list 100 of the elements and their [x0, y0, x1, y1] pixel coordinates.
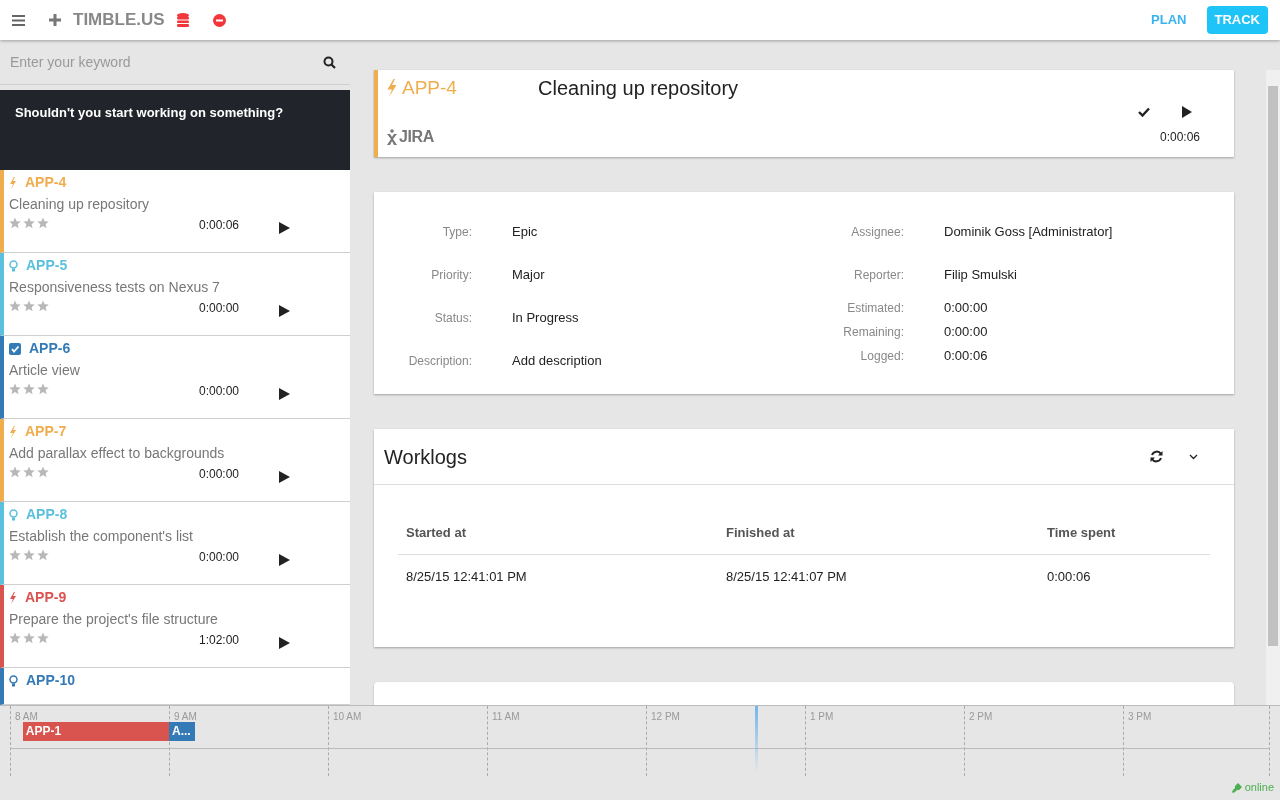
time-spent: 0:00:06	[199, 217, 241, 234]
source-label: JIRA	[399, 127, 434, 147]
star-icon	[23, 300, 35, 312]
menu-icon	[12, 14, 25, 26]
play-button[interactable]	[279, 637, 290, 649]
chevron-down-icon	[1189, 453, 1198, 460]
star-icon	[37, 466, 49, 478]
play-icon	[279, 222, 290, 234]
hour-label: 9 AM	[174, 710, 197, 724]
field-value: Filip Smulski	[944, 265, 1017, 284]
issue-title: Establish the component's list	[9, 527, 194, 546]
play-button[interactable]	[279, 388, 290, 400]
field-label: Logged:	[859, 348, 904, 365]
play-icon	[279, 554, 290, 566]
play-button[interactable]	[279, 222, 290, 234]
lightbulb-icon	[9, 674, 18, 687]
issue-key: APP-9	[25, 587, 67, 608]
search-icon	[323, 55, 336, 69]
table-cell-text: 0:00:06	[1047, 568, 1092, 587]
card-title: Worklogs	[384, 444, 468, 470]
hour-label: 10 AM	[333, 710, 362, 724]
star-icon	[23, 466, 35, 478]
issue-title: Add parallax effect to backgrounds	[9, 444, 226, 463]
star-icon	[37, 300, 49, 312]
plug-icon	[1231, 782, 1242, 793]
lightbulb-icon	[9, 259, 18, 272]
field-label: Description:	[407, 352, 472, 370]
star-icon	[23, 632, 35, 644]
plus-icon	[49, 14, 61, 26]
star-icon	[9, 632, 21, 644]
connection-status: online	[1244, 780, 1274, 796]
play-button[interactable]	[279, 554, 290, 566]
issue-card[interactable]: APP-7 Add parallax effect to backgrounds 0:00:00	[0, 419, 350, 502]
hour-label: 3 PM	[1128, 710, 1152, 724]
field-value: Dominik Goss [Administrator]	[944, 222, 1113, 241]
issue-card[interactable]: APP-5 Responsiveness tests on Nexus 7 0:00:00	[0, 253, 350, 336]
field-value: Add description	[512, 351, 602, 370]
issue-key: APP-8	[26, 504, 68, 525]
field-label: Status:	[433, 309, 472, 327]
refresh-icon	[1150, 450, 1163, 463]
issue-title: Cleaning up repository	[538, 76, 740, 101]
column-header: Finished at	[726, 524, 796, 542]
star-icon	[9, 549, 21, 561]
time-spent: 0:00:00	[199, 300, 241, 317]
lightbulb-icon	[9, 508, 18, 521]
column-header: Started at	[406, 524, 467, 542]
issue-key: APP-7	[25, 421, 67, 442]
hour-label: 11 AM	[492, 710, 520, 724]
issue-card[interactable]: APP-6 Article view 0:00:00	[0, 336, 350, 419]
stop-icon	[212, 13, 226, 27]
app-logo: TIMBLE.US	[73, 9, 165, 32]
hour-label: 2 PM	[969, 710, 993, 724]
issue-key: APP-10	[26, 670, 76, 691]
worklog-bar[interactable]: A...	[169, 722, 195, 741]
time-spent: 0:00:00	[199, 549, 241, 566]
collapse-button[interactable]	[1189, 453, 1198, 460]
play-icon	[279, 637, 290, 649]
worklog-bar[interactable]: APP-1	[22, 722, 169, 741]
play-button[interactable]	[279, 305, 290, 317]
empty-state-message: Shouldn't you start working on something?	[15, 104, 285, 122]
field-value: Epic	[512, 222, 538, 241]
table-cell-text: 8/25/15 12:41:07 PM	[726, 568, 848, 587]
field-label: Type:	[441, 223, 472, 241]
database-icon	[176, 13, 189, 27]
issue-card[interactable]: APP-10	[0, 668, 350, 705]
star-icon	[37, 549, 49, 561]
refresh-button[interactable]	[1150, 450, 1163, 463]
lightning-icon	[386, 79, 398, 98]
issue-key: APP-6	[29, 338, 71, 359]
play-button[interactable]	[279, 471, 290, 483]
jira-logo-icon	[386, 129, 398, 145]
field-label: Priority:	[430, 266, 472, 284]
issue-key: APP-4	[402, 74, 457, 103]
issue-card[interactable]: APP-4 Cleaning up repository 0:00:06	[0, 170, 350, 253]
field-value: Major	[512, 265, 545, 284]
current-time-marker	[755, 706, 758, 772]
issue-title: Cleaning up repository	[9, 195, 151, 214]
issue-title: Prepare the project's file structure	[9, 610, 219, 629]
time-spent: 0:00:00	[199, 466, 241, 483]
hour-label: 12 PM	[651, 710, 680, 724]
field-label: Remaining:	[842, 324, 904, 341]
time-spent: 1:02:00	[199, 632, 241, 649]
star-icon	[37, 383, 49, 395]
add-button[interactable]	[49, 14, 61, 26]
field-label: Estimated:	[846, 300, 904, 317]
issue-card[interactable]: APP-9 Prepare the project's file structure 1:02:00	[0, 585, 350, 668]
field-label: Assignee:	[850, 223, 904, 241]
time-spent: 0:00:00	[199, 383, 241, 400]
hour-label: 8 AM	[15, 710, 38, 724]
play-icon	[1182, 106, 1192, 118]
scrollbar[interactable]	[1266, 70, 1280, 705]
lightning-icon	[9, 425, 17, 438]
star-icon	[37, 632, 49, 644]
search-field[interactable]: Enter your keyword	[10, 51, 323, 73]
star-icon	[23, 549, 35, 561]
play-button[interactable]	[1182, 106, 1192, 118]
complete-button[interactable]	[1138, 107, 1150, 117]
issue-card[interactable]: APP-8 Establish the component's list 0:00:00	[0, 502, 350, 585]
issue-key: APP-5	[26, 255, 68, 276]
menu-button[interactable]	[12, 14, 25, 26]
